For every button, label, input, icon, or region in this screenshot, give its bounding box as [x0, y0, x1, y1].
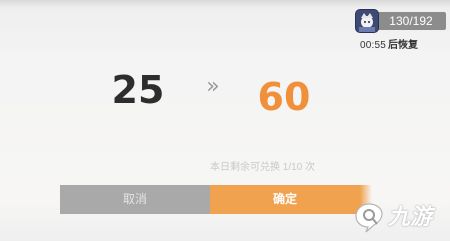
jiuyou-logo-icon: [352, 201, 386, 235]
stamina-row: 130/192: [354, 8, 446, 34]
target-value: 60: [257, 75, 311, 119]
watermark: 九游: [352, 201, 444, 235]
recover-timer: 00:55 后恢复: [360, 36, 419, 51]
recover-label: 后恢复: [388, 40, 419, 51]
exchange-hint: 本日剩余可兑换 1/10 次: [210, 162, 316, 173]
double-chevron-right-icon: »: [206, 74, 220, 99]
character-portrait-icon: [356, 10, 378, 32]
stamina-widget: 130/192 00:55 后恢复: [354, 6, 446, 52]
confirm-button[interactable]: 确定: [210, 185, 360, 214]
stamina-count: 130/192: [389, 14, 433, 28]
stamina-count-box: 130/192: [376, 12, 446, 30]
recover-time: 00:55: [360, 40, 387, 51]
current-value: 25: [111, 68, 165, 112]
watermark-text: 九游: [388, 205, 433, 230]
cancel-button[interactable]: 取消: [60, 185, 210, 214]
